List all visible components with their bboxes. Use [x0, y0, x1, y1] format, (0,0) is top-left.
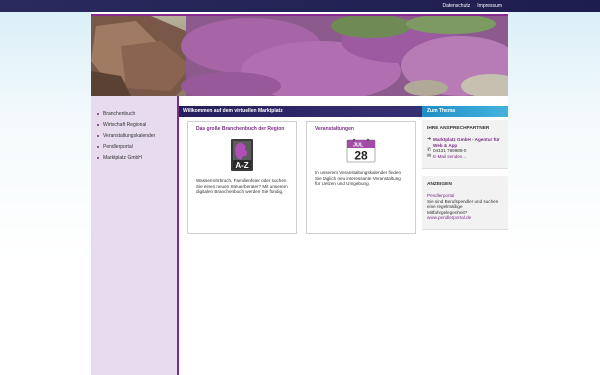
contact-email-link[interactable]: E-Mail senden... — [433, 154, 466, 160]
contact-company-row: ➜ Marktplatz GmbH - Agentur für Web & Ap… — [427, 136, 503, 148]
sidebar-item-label: Wirtschaft Regional — [103, 121, 147, 128]
sidebar-item-label: Veranstaltungskalender — [103, 132, 156, 139]
sidebar-item-label: Marktplatz GmbH — [103, 154, 142, 161]
sidebar-nav: Branchenbuch Wirtschaft Regional Veranst… — [91, 96, 177, 163]
sidebar-item-veranstaltungskalender[interactable]: Veranstaltungskalender — [97, 130, 177, 141]
sidebar-item-branchenbuch[interactable]: Branchenbuch — [97, 108, 177, 119]
branchenbuch-card[interactable]: Das große Branchenbuch der Region A-Z Wa… — [187, 121, 297, 234]
card-text: In unserem Veranstaltungskalender finden… — [315, 170, 402, 187]
top-nav: Datenschutz Impressum — [442, 3, 502, 9]
veranstaltungen-card[interactable]: Veranstaltungen JUL 28 In unserem Verans… — [306, 121, 416, 234]
bullet-icon — [97, 112, 99, 115]
card-title[interactable]: Veranstaltungen — [315, 126, 407, 132]
bullet-icon — [97, 134, 99, 137]
ad-text: Sie sind Berufspendler und suchen eine r… — [427, 198, 499, 215]
bullet-icon — [97, 123, 99, 126]
top-bar: Datenschutz Impressum — [0, 0, 600, 12]
right-header: Zum Thema — [422, 106, 508, 117]
sidebar-item-marktplatz-gmbh[interactable]: Marktplatz GmbH — [97, 152, 177, 163]
sidebar-item-wirtschaft-regional[interactable]: Wirtschaft Regional — [97, 119, 177, 130]
calendar-icon[interactable]: JUL 28 — [346, 138, 376, 164]
contact-email-row: ✉ E-Mail senden... — [427, 153, 503, 160]
main-header: Willkommen auf dem virtuellen Marktplatz — [179, 106, 422, 117]
sidebar-item-label: Branchenbuch — [103, 110, 136, 117]
bullet-icon — [97, 156, 99, 159]
ad-box: ANZEIGEN Pendlerportal Sie sind Berufspe… — [422, 176, 508, 230]
calendar-day: 28 — [354, 149, 368, 163]
sidebar-item-label: Pendlerportal — [103, 143, 133, 150]
bullet-icon — [97, 145, 99, 148]
sidebar: Branchenbuch Wirtschaft Regional Veranst… — [91, 96, 179, 375]
ad-heading: ANZEIGEN — [427, 182, 452, 187]
hero-banner-image — [91, 16, 508, 96]
contact-heading: IHRE ANSPRECHPARTNER — [427, 126, 490, 131]
datenschutz-link[interactable]: Datenschutz — [442, 3, 470, 9]
a-z-directory-icon[interactable]: A-Z — [228, 138, 256, 172]
contact-company-link[interactable]: Marktplatz GmbH - Agentur für Web & App — [433, 137, 503, 148]
ad-url[interactable]: www.pendlerportal.de — [427, 215, 503, 221]
card-title[interactable]: Das große Branchenbuch der Region — [196, 126, 288, 132]
impressum-link[interactable]: Impressum — [477, 3, 502, 9]
a-z-label: A-Z — [235, 161, 248, 170]
card-text: Wasserrohrbruch, Familienfeier oder such… — [196, 178, 288, 195]
sidebar-item-pendlerportal[interactable]: Pendlerportal — [97, 141, 177, 152]
right-column: IHRE ANSPRECHPARTNER ➜ Marktplatz GmbH -… — [422, 117, 508, 375]
contact-box: IHRE ANSPRECHPARTNER ➜ Marktplatz GmbH -… — [422, 120, 508, 169]
